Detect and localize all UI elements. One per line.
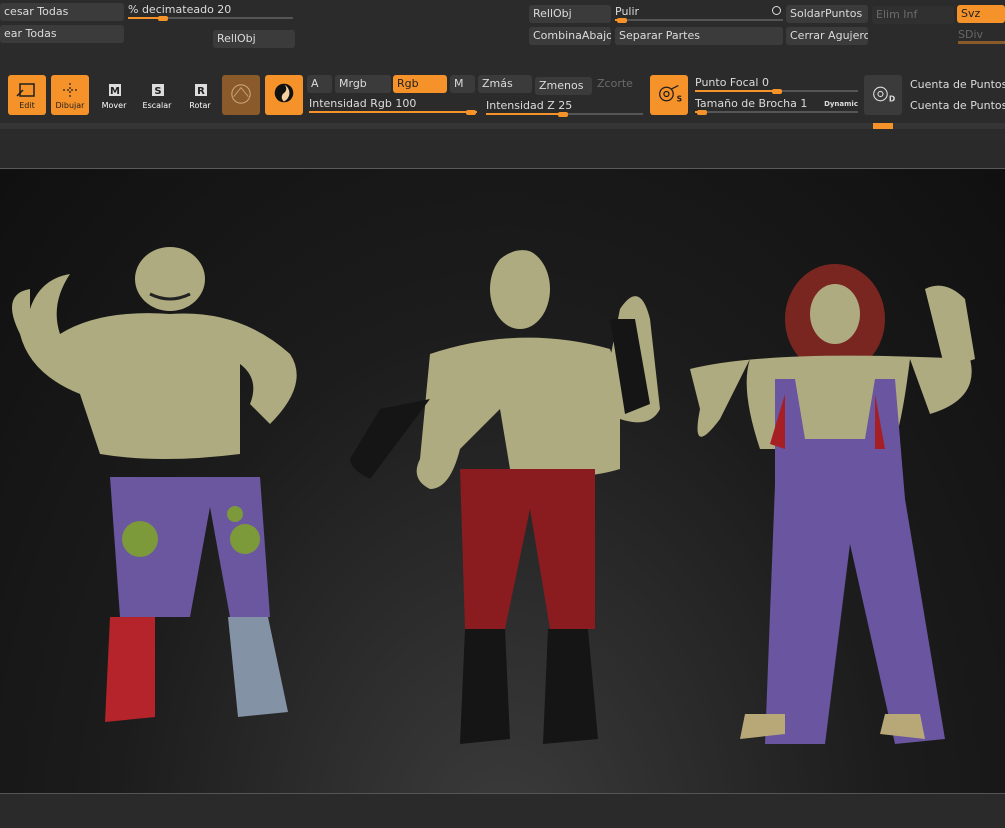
rotate-label: Rotar (189, 101, 211, 110)
zmas-button[interactable]: Zmás (478, 75, 532, 93)
symmetry-icon: D (873, 86, 895, 104)
wrestler-figure-left (12, 247, 297, 722)
zcorte-button[interactable]: Zcorte (593, 75, 643, 93)
pulir-label: Pulir (615, 5, 640, 18)
intensidad-z-slider[interactable]: Intensidad Z 25 (486, 99, 643, 117)
top-toolbar: cesar Todas % decimateado 20 RellObj Pul… (0, 0, 1005, 140)
intensidad-rgb-slider[interactable]: Intensidad Rgb 100 (309, 97, 477, 115)
draw-label: Dibujar (55, 101, 85, 110)
tamano-brocha-slider[interactable]: Tamaño de Brocha 1 Dynamic (695, 97, 858, 115)
scale-label: Escalar (142, 101, 172, 110)
mrgb-button[interactable]: Mrgb (335, 75, 391, 93)
decimate-value: 20 (217, 3, 232, 16)
procesar-todas-button[interactable]: cesar Todas (0, 3, 124, 21)
scale-icon: S (152, 84, 164, 97)
punto-focal-slider[interactable]: Punto Focal 0 (695, 76, 858, 94)
tamano-brocha-label: Tamaño de Brocha (695, 97, 797, 110)
a-button[interactable]: A (307, 75, 332, 93)
sdiv-label: SDiv (958, 28, 984, 41)
rgb-button[interactable]: Rgb (393, 75, 447, 93)
scale-button[interactable]: S Escalar (138, 75, 176, 115)
cuenta-puntos-t: Cuenta de Puntos T (910, 99, 1005, 112)
draw-button[interactable]: Dibujar (51, 75, 89, 115)
separar-partes-button[interactable]: Separar Partes (615, 27, 783, 45)
dynamic-toggle[interactable]: Dynamic (824, 97, 858, 111)
wrestler-figure-right (690, 264, 975, 744)
svz-button[interactable]: Svz (957, 5, 1005, 23)
punto-focal-label: Punto Focal (695, 76, 759, 89)
rotate-button[interactable]: R Rotar (181, 75, 219, 115)
edit-label: Edit (19, 101, 35, 110)
wrestler-figure-middle (350, 249, 660, 744)
svg-text:D: D (889, 95, 895, 104)
intensidad-z-label: Intensidad Z (486, 99, 555, 112)
texture-icon (274, 83, 294, 103)
toolbar-scrollbar[interactable] (0, 123, 1005, 129)
intensidad-z-value: 25 (558, 99, 573, 112)
cerrar-agujeros-button[interactable]: Cerrar Agujeros (786, 27, 868, 45)
move-icon: M (109, 84, 121, 97)
draw-icon (63, 83, 77, 97)
edit-button[interactable]: Edit (8, 75, 46, 115)
rellobj-button-top[interactable]: RellObj (529, 5, 611, 23)
edit-icon (16, 83, 35, 97)
bottom-bar (0, 793, 1005, 828)
punto-focal-value: 0 (761, 76, 769, 89)
figures-render (12, 247, 975, 744)
symmetry-button[interactable]: D (864, 75, 902, 115)
crear-todas-button[interactable]: ear Todas (0, 25, 124, 43)
svg-text:S: S (677, 95, 682, 104)
svg-text:S: S (154, 86, 161, 97)
tamano-brocha-value: 1 (800, 97, 808, 110)
decimate-label: % decimateado (128, 3, 214, 16)
cuenta-puntos-a: Cuenta de Puntos A (910, 78, 1005, 91)
zmenos-button[interactable]: Zmenos (535, 77, 592, 95)
pulir-toggle-icon[interactable] (772, 6, 781, 15)
move-label: Mover (101, 101, 127, 110)
decimate-slider[interactable]: % decimateado 20 (128, 3, 293, 21)
combina-abajo-button[interactable]: CombinaAbajo (529, 27, 611, 45)
stroke-button[interactable]: S (650, 75, 688, 115)
rotate-icon: R (195, 84, 207, 97)
texture-button[interactable] (265, 75, 303, 115)
stroke-icon: S (659, 84, 682, 104)
viewport-canvas[interactable] (0, 168, 1005, 794)
pulir-slider[interactable]: Pulir (615, 5, 783, 23)
svg-text:M: M (110, 86, 120, 97)
elim-inf-button[interactable]: Elim Inf (872, 6, 954, 24)
material-button[interactable] (222, 75, 260, 115)
move-button[interactable]: M Mover (95, 75, 133, 115)
m-button[interactable]: M (450, 75, 475, 93)
intensidad-rgb-label: Intensidad Rgb (309, 97, 392, 110)
intensidad-rgb-value: 100 (395, 97, 417, 110)
toolbar-scroll-thumb[interactable] (873, 123, 893, 129)
material-sphere-icon (231, 84, 251, 104)
svg-text:R: R (197, 86, 205, 97)
soldar-puntos-button[interactable]: SoldarPuntos (786, 5, 868, 23)
rellobj-button[interactable]: RellObj (213, 30, 295, 48)
sdiv-slider[interactable]: SDiv (958, 28, 1005, 46)
